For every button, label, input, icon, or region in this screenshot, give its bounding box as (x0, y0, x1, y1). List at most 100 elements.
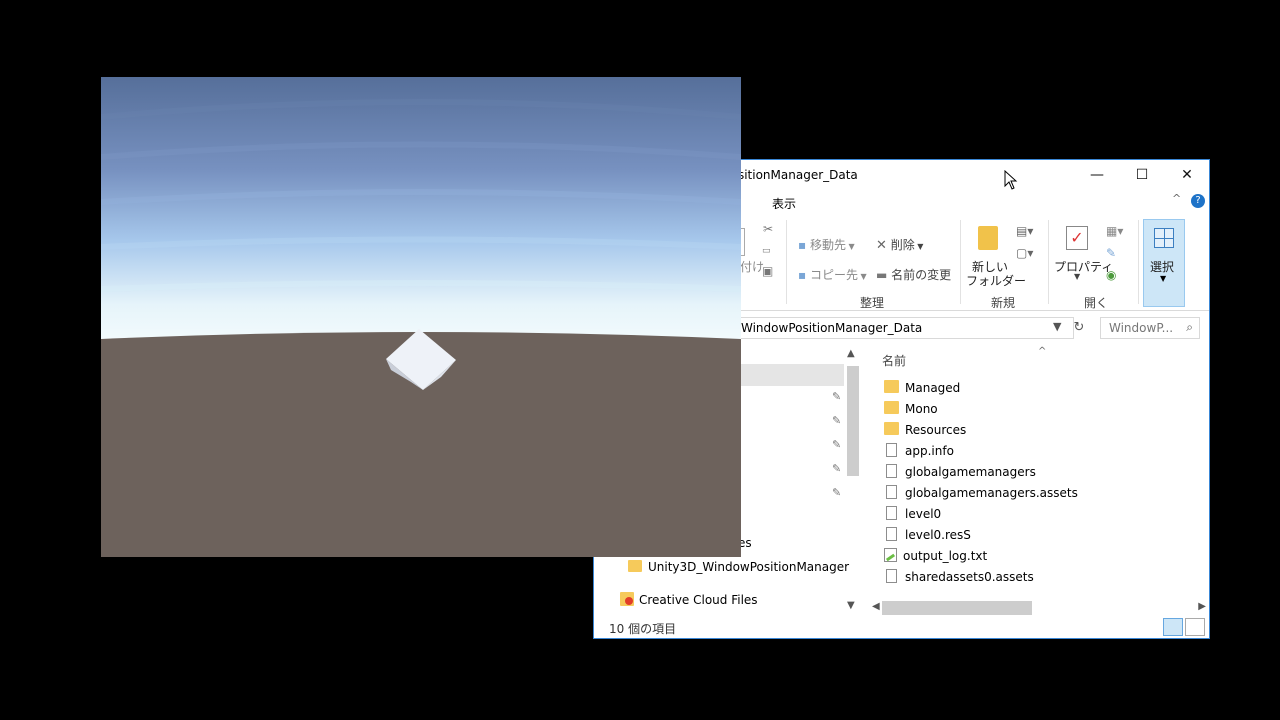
details-view-icon[interactable] (1163, 618, 1183, 636)
nav-item-label: Unity3D_WindowPositionManager (648, 560, 850, 574)
rename-button[interactable]: ▬ 名前の変更 (876, 266, 951, 283)
file-name: Mono (905, 402, 938, 416)
properties-label[interactable]: プロパティ (1054, 258, 1113, 275)
file-name: level0 (905, 507, 942, 521)
select-dropdown-icon: ▼ (1160, 274, 1167, 283)
copy-to-icon: ▪ (798, 268, 807, 282)
file-name: Managed (905, 381, 961, 395)
ribbon-separator (786, 220, 787, 304)
history-icon[interactable]: ◉ (1106, 268, 1116, 282)
scroll-left-icon[interactable]: ◀ (872, 601, 880, 612)
nav-item-creative-cloud[interactable]: Creative Cloud Files (620, 592, 758, 607)
file-row[interactable]: globalgamemanagers (884, 464, 1036, 484)
file-row[interactable]: Resources (884, 422, 966, 442)
file-name: app.info (905, 444, 954, 458)
group-label-organize: 整理 (860, 296, 885, 310)
ribbon-separator (1048, 220, 1049, 304)
open-icon[interactable]: ▦▾ (1106, 224, 1123, 238)
rename-icon: ▬ (876, 268, 888, 282)
file-row[interactable]: sharedassets0.assets (884, 569, 1034, 589)
file-name: output_log.txt (903, 549, 988, 563)
file-row[interactable]: level0 (884, 506, 941, 526)
text-file-icon (884, 548, 897, 562)
horizontal-scrollbar-thumb[interactable] (882, 601, 1032, 615)
file-icon (886, 506, 897, 520)
file-row[interactable]: level0.resS (884, 527, 971, 547)
mouse-cursor-icon (1004, 170, 1018, 190)
nav-item-unity-folder[interactable]: Unity3D_WindowPositionManager (628, 560, 849, 574)
search-input[interactable]: WindowP... ⌕ (1100, 317, 1200, 339)
refresh-icon[interactable]: ↻ (1070, 320, 1088, 338)
scroll-up-icon[interactable]: ▲ (847, 348, 855, 359)
nav-scrollbar-thumb[interactable] (847, 366, 859, 476)
paste-label[interactable]: 付け (740, 258, 764, 275)
sky (101, 77, 741, 342)
search-placeholder: WindowP... (1109, 321, 1174, 335)
large-icons-view-icon[interactable] (1185, 618, 1205, 636)
properties-dropdown-icon[interactable]: ▼ (1074, 272, 1080, 281)
address-path: WindowPositionManager_Data (741, 321, 923, 335)
minimize-button[interactable]: — (1074, 160, 1120, 190)
horizontal-scrollbar[interactable]: ◀ ▶ (872, 601, 1206, 615)
close-button[interactable]: ✕ (1164, 160, 1209, 190)
file-icon (886, 485, 897, 499)
copy-path-icon[interactable]: ▭ (762, 246, 771, 256)
delete-button[interactable]: ✕ 削除 ▼ (876, 236, 923, 253)
pin-icon[interactable]: ✎ (832, 438, 841, 451)
file-icon (886, 464, 897, 478)
group-label-new: 新規 (991, 296, 1016, 310)
column-header-name[interactable]: 名前 (882, 352, 906, 369)
ribbon-separator (1138, 220, 1139, 304)
paste-shortcut-icon[interactable]: ▣ (762, 264, 773, 278)
edit-icon[interactable]: ✎ (1106, 246, 1116, 260)
folder-icon (884, 422, 899, 435)
new-folder-label-2[interactable]: フォルダー (966, 272, 1026, 289)
file-row[interactable]: Managed (884, 380, 960, 400)
select-button[interactable]: 選択 ▼ (1143, 219, 1185, 307)
file-row[interactable]: app.info (884, 443, 954, 463)
address-history-chevron-icon[interactable]: ▼ (1053, 320, 1061, 333)
help-icon[interactable]: ? (1191, 194, 1205, 208)
tab-view[interactable]: 表示 (772, 195, 796, 212)
file-icon (886, 569, 897, 583)
rename-label: 名前の変更 (891, 268, 952, 282)
cut-icon[interactable]: ✂ (763, 222, 773, 236)
group-label-open: 開く (1084, 296, 1109, 310)
copy-to-button[interactable]: ▪ コピー先 ▼ (798, 266, 867, 283)
delete-label: 削除 (890, 238, 915, 252)
scroll-right-icon[interactable]: ▶ (1198, 601, 1206, 612)
maximize-button[interactable]: ☐ (1119, 160, 1165, 190)
easy-access-icon[interactable]: ▢▾ (1016, 246, 1033, 260)
file-row[interactable]: Mono (884, 401, 938, 421)
pin-icon[interactable]: ✎ (832, 462, 841, 475)
game-window[interactable] (101, 77, 741, 557)
file-name: level0.resS (905, 528, 971, 542)
new-folder-icon[interactable] (978, 226, 998, 250)
file-list: 名前 ^ Managed Mono Resources app.info globalg… (876, 346, 1209, 606)
sort-ascending-icon: ^ (1038, 346, 1047, 357)
new-item-icon[interactable]: ▤▾ (1016, 224, 1033, 238)
file-row[interactable]: output_log.txt (884, 548, 987, 568)
file-name: globalgamemanagers.assets (905, 486, 1078, 500)
file-name: Resources (905, 423, 967, 437)
move-to-icon: ▪ (798, 238, 807, 252)
scroll-down-icon[interactable]: ▼ (847, 600, 855, 611)
file-name: globalgamemanagers (905, 465, 1036, 479)
creative-cloud-icon (620, 592, 634, 606)
game-viewport (101, 77, 741, 557)
pin-icon[interactable]: ✎ (832, 414, 841, 427)
file-row[interactable]: globalgamemanagers.assets (884, 485, 1078, 505)
select-icon (1154, 228, 1174, 248)
copy-to-label: コピー先 (809, 268, 858, 282)
move-to-label: 移動先 (809, 238, 846, 252)
move-to-button[interactable]: ▪ 移動先 ▼ (798, 236, 855, 253)
folder-icon (884, 380, 899, 393)
nav-item-label: Creative Cloud Files (639, 593, 758, 607)
properties-icon[interactable]: ✓ (1066, 226, 1088, 250)
file-icon (886, 443, 897, 457)
file-icon (886, 527, 897, 541)
pin-icon[interactable]: ✎ (832, 486, 841, 499)
search-icon: ⌕ (1186, 320, 1193, 334)
collapse-ribbon-button[interactable]: ^ (1172, 192, 1181, 205)
pin-icon[interactable]: ✎ (832, 390, 841, 403)
